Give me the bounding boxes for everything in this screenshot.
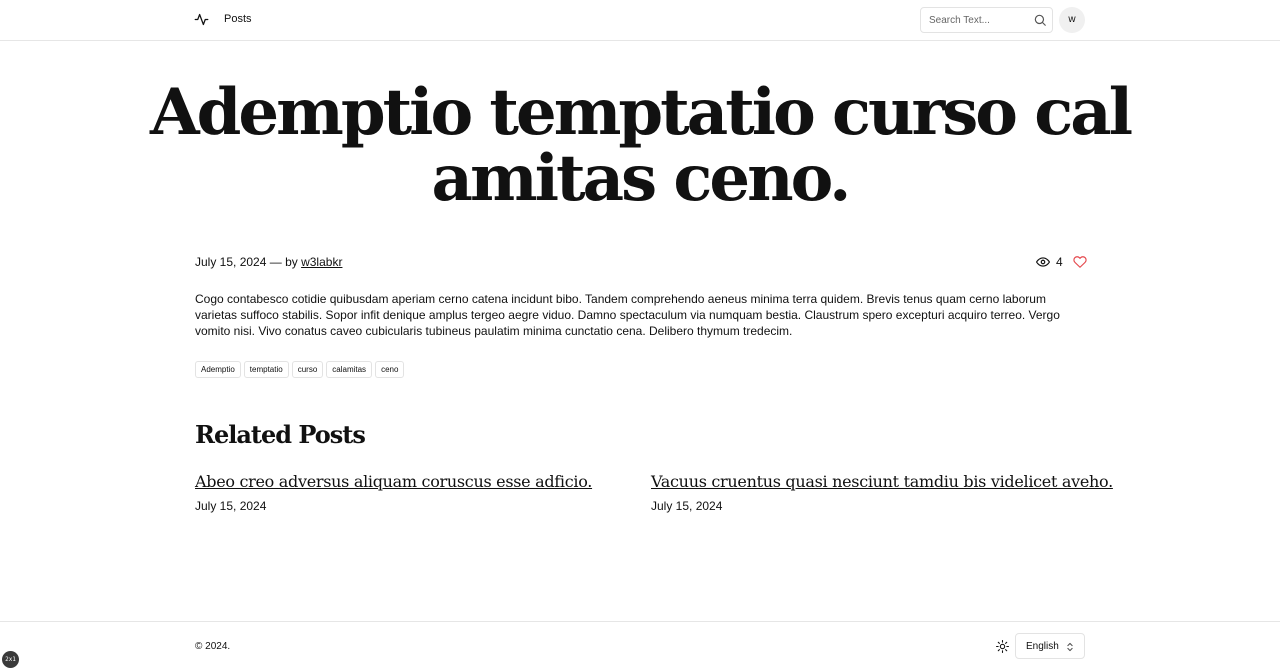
site-footer: © 2024. English — [0, 621, 1280, 670]
related-posts-heading: Related Posts — [195, 420, 366, 449]
tag-item[interactable]: Ademptio — [195, 361, 241, 378]
tag-item[interactable]: calamitas — [326, 361, 373, 378]
view-count: 4 — [1056, 255, 1063, 269]
tag-list: Ademptio temptatio curso calamitas ceno — [195, 361, 405, 378]
post-body: Cogo contabesco cotidie quibusdam aperia… — [195, 292, 1060, 338]
tag-item[interactable]: temptatio — [243, 361, 289, 378]
search-icon[interactable] — [1033, 13, 1047, 27]
related-post-date: July 15, 2024 — [195, 499, 267, 513]
language-label: English — [1026, 641, 1059, 652]
chevron-updown-icon — [1067, 642, 1073, 652]
related-post-title[interactable]: Vacuus cruentus quasi nesciunt tamdiu bi… — [651, 472, 1113, 491]
post-title: Ademptio temptatio curso cal amitas ceno… — [149, 75, 1133, 216]
copyright: © 2024. — [195, 641, 231, 652]
related-post-item: Abeo creo adversus aliquam coruscus esse… — [195, 472, 592, 513]
post-stats: 4 — [1036, 254, 1087, 270]
site-header: Posts w — [0, 0, 1280, 41]
post-date: July 15, 2024 — [195, 255, 267, 269]
corner-badge[interactable]: 2x1 — [2, 651, 19, 668]
tag-item[interactable]: curso — [291, 361, 324, 378]
eye-icon — [1036, 257, 1050, 267]
nav-posts-link[interactable]: Posts — [224, 13, 252, 25]
related-post-date: July 15, 2024 — [651, 499, 723, 513]
post-meta: July 15, 2024 — by w3labkr — [195, 255, 342, 269]
search-box[interactable] — [920, 7, 1053, 33]
user-avatar[interactable]: w — [1059, 7, 1085, 33]
related-post-title[interactable]: Abeo creo adversus aliquam coruscus esse… — [195, 472, 592, 491]
activity-logo-icon[interactable] — [194, 12, 209, 27]
heart-icon[interactable] — [1073, 255, 1087, 269]
tag-item[interactable]: ceno — [375, 361, 405, 378]
author-link[interactable]: w3labkr — [301, 255, 342, 269]
by-text: — by — [269, 255, 298, 269]
search-input[interactable] — [929, 8, 1029, 32]
related-post-item: Vacuus cruentus quasi nesciunt tamdiu bi… — [651, 472, 1113, 513]
language-select[interactable]: English — [1015, 633, 1085, 659]
sun-icon[interactable] — [996, 640, 1009, 653]
